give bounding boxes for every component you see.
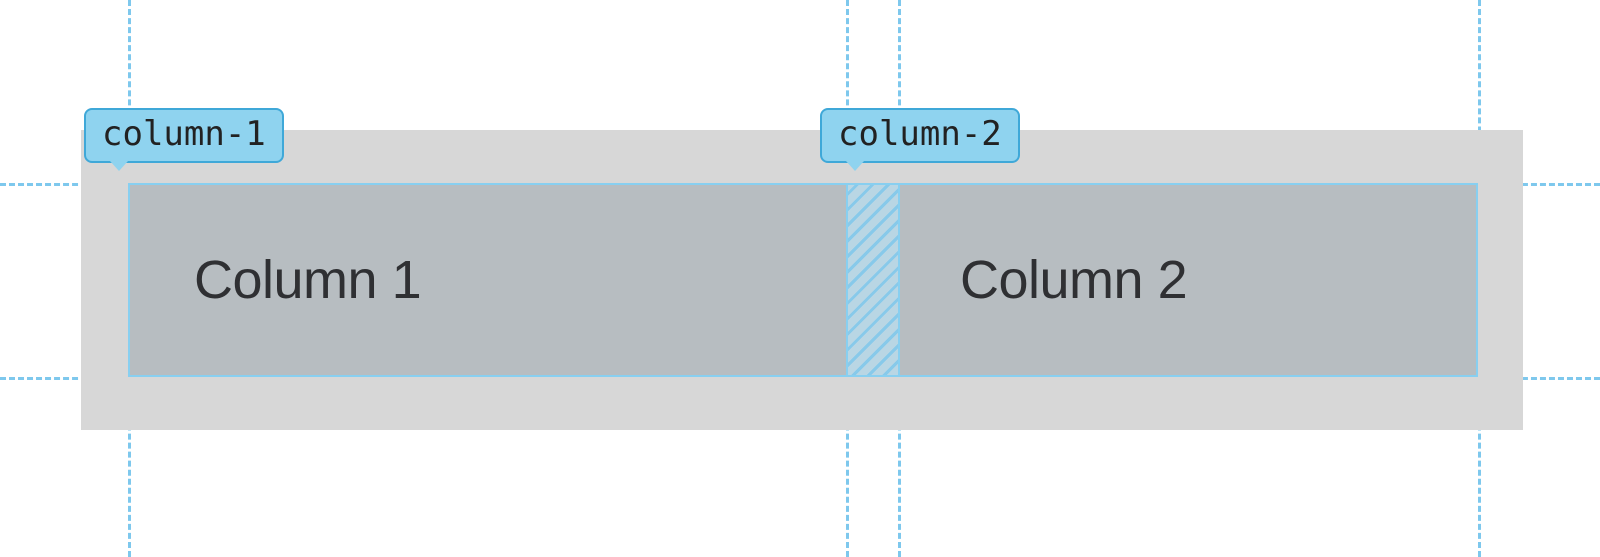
grid-container: Column 1 Column 2 bbox=[81, 130, 1523, 430]
track-label-badge: column-2 bbox=[820, 108, 1020, 163]
cell-label: Column 2 bbox=[960, 249, 1187, 311]
track-label-badge: column-1 bbox=[84, 108, 284, 163]
grid-gap-indicator bbox=[848, 183, 898, 377]
grid-cell-column-1: Column 1 bbox=[128, 183, 848, 377]
cell-label: Column 1 bbox=[194, 249, 421, 311]
grid-cell-column-2: Column 2 bbox=[898, 183, 1478, 377]
track-label-text: column-2 bbox=[838, 114, 1002, 154]
track-label-text: column-1 bbox=[102, 114, 266, 154]
grid: Column 1 Column 2 bbox=[128, 183, 1478, 377]
